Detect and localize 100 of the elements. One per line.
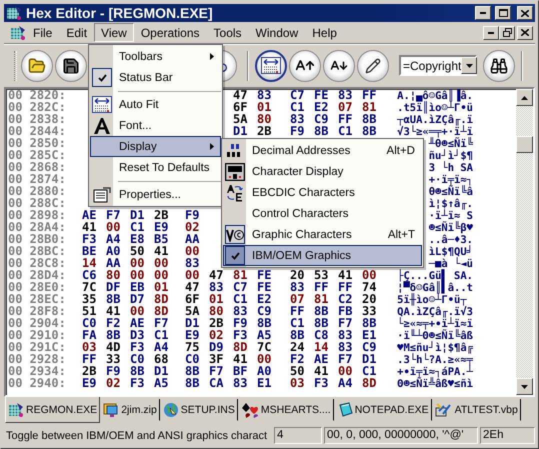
scroll-down-button[interactable]	[516, 378, 533, 395]
hex-byte: 4D	[106, 340, 120, 354]
hex-byte: E8	[130, 232, 144, 246]
hex-byte: 2B	[82, 364, 96, 378]
status-pane: 00, 0, 000, 00000000, '^@'	[324, 427, 478, 444]
menu-item[interactable]: Reset To Defaults	[90, 157, 221, 178]
hex-byte: AE	[130, 316, 144, 330]
hex-byte: 24	[290, 340, 304, 354]
menu-item[interactable]: Status Bar	[90, 67, 221, 88]
hex-byte: 8B	[106, 328, 120, 342]
menu-item[interactable]: Display	[90, 136, 221, 157]
hex-byte: 6F	[185, 292, 200, 306]
hex-byte: F9	[233, 316, 248, 330]
hex-address: 00 2910:	[8, 329, 67, 341]
hex-byte: E2	[257, 292, 272, 306]
hex-byte: 00	[185, 268, 200, 282]
hex-byte: 83	[209, 280, 224, 294]
status-pane: 2Eh	[480, 427, 535, 444]
hex-byte: C7	[290, 89, 304, 102]
hex-byte: 00	[130, 304, 144, 318]
menu-item[interactable]: Decimal Addresses Alt+D	[223, 140, 422, 161]
menu-item[interactable]: Graphic Characters Alt+T	[223, 224, 422, 245]
hex-byte: 83	[233, 376, 248, 390]
hex-byte: 20	[290, 268, 304, 282]
font-larger-button[interactable]	[289, 50, 321, 82]
hex-byte: 80	[257, 112, 272, 126]
hex-byte: 8B	[314, 316, 328, 330]
menu-item[interactable]: Character Display	[223, 161, 422, 182]
menu-item[interactable]: EBCDIC Characters	[223, 182, 422, 203]
close-button[interactable]	[517, 6, 533, 20]
scroll-up-button[interactable]	[516, 89, 533, 106]
hex-byte: AA	[185, 232, 200, 246]
find-button[interactable]	[483, 50, 515, 82]
hex-byte: 03	[290, 376, 304, 390]
menu-item[interactable]: IBM/OEM Graphics	[223, 245, 422, 266]
menu-item[interactable]: Edit	[59, 23, 94, 42]
open-button[interactable]	[21, 50, 53, 82]
hex-byte: 5A	[233, 112, 248, 126]
hex-byte: FF	[82, 352, 96, 366]
character-text: ..â─♦3.	[428, 234, 473, 246]
close-icon	[521, 10, 529, 16]
hex-byte: 8B	[185, 364, 200, 378]
hex-byte: 2B	[154, 208, 168, 222]
hex-byte: F9	[106, 364, 120, 378]
menu-item[interactable]: Toolbars	[90, 46, 221, 67]
restore-button[interactable]	[499, 26, 515, 40]
font-smaller-button[interactable]	[323, 50, 355, 82]
menu-item[interactable]: File	[26, 23, 60, 42]
hex-byte: 83	[290, 280, 304, 294]
pencil-icon	[365, 58, 381, 74]
character-text: ╨θ☻≤Ñï╚	[428, 138, 473, 150]
character-text: ├Ç...Gü▌ SA.	[397, 270, 473, 282]
menu-item[interactable]: Control Characters	[223, 203, 422, 224]
edit-button[interactable]	[357, 50, 389, 82]
character-text: .3└h└?A.≥«≈╤	[397, 354, 473, 366]
binoculars-icon	[490, 56, 508, 74]
toolbar-grip[interactable]	[14, 50, 17, 80]
hex-byte: 07	[338, 100, 352, 114]
scroll-thumb[interactable]	[516, 136, 533, 153]
document-tab[interactable]: REGMON.EXE	[5, 397, 100, 423]
app-icon	[8, 402, 24, 418]
menu-item[interactable]: Window	[248, 23, 306, 42]
hex-byte: 14	[314, 340, 328, 354]
hex-byte: 2B	[209, 316, 224, 330]
hex-byte: 80	[106, 268, 120, 282]
menu-item[interactable]: View	[94, 23, 134, 42]
hex-byte: 01	[209, 292, 224, 306]
minimize-button[interactable]	[483, 26, 499, 40]
save-button[interactable]	[55, 50, 87, 82]
hex-byte: 8D	[154, 304, 168, 318]
hex-byte: A5	[257, 328, 272, 342]
menu-item[interactable]: Font...	[90, 115, 221, 136]
maximize-button[interactable]	[495, 6, 511, 20]
character-text: └≥«≈╤+∙ï┴ï≈ï	[397, 318, 473, 330]
submenu-arrow-icon	[210, 53, 214, 60]
menu-item[interactable]: Auto Fit	[90, 94, 221, 115]
menu-item[interactable]: Properties...	[90, 184, 221, 205]
submenu-arrow-icon	[210, 143, 214, 150]
hex-byte: F3	[314, 376, 328, 390]
hex-address: 00 2880:	[8, 185, 67, 197]
menu-item[interactable]: Operations	[134, 23, 207, 42]
dropdown-button[interactable]	[461, 57, 478, 74]
hex-byte: A5	[154, 376, 168, 390]
hex-byte: 81	[233, 268, 248, 282]
menu-item[interactable]: Help	[305, 23, 344, 42]
auto-fit-button[interactable]	[255, 50, 287, 82]
hex-byte: 8D	[154, 292, 168, 306]
hex-byte: C1	[290, 100, 304, 114]
character-text: ♥M≤ñu┘ì¦$¶â╔	[397, 342, 473, 354]
menu-item[interactable]: Tools	[206, 23, 249, 42]
character-text: Θ☻≤Ñï╩âß♥≤ñì	[397, 378, 473, 390]
find-combo[interactable]: =Copyright	[399, 55, 477, 76]
hex-address: 00 28EC:	[8, 293, 67, 305]
hex-byte: 41	[106, 304, 120, 318]
close-button[interactable]	[517, 26, 533, 40]
hex-byte: CA	[209, 376, 224, 390]
hex-byte: A0	[257, 364, 272, 378]
character-text: ì¦$↑â╓.	[428, 198, 473, 210]
minimize-button[interactable]	[475, 6, 491, 20]
hex-byte: AA	[106, 256, 120, 270]
